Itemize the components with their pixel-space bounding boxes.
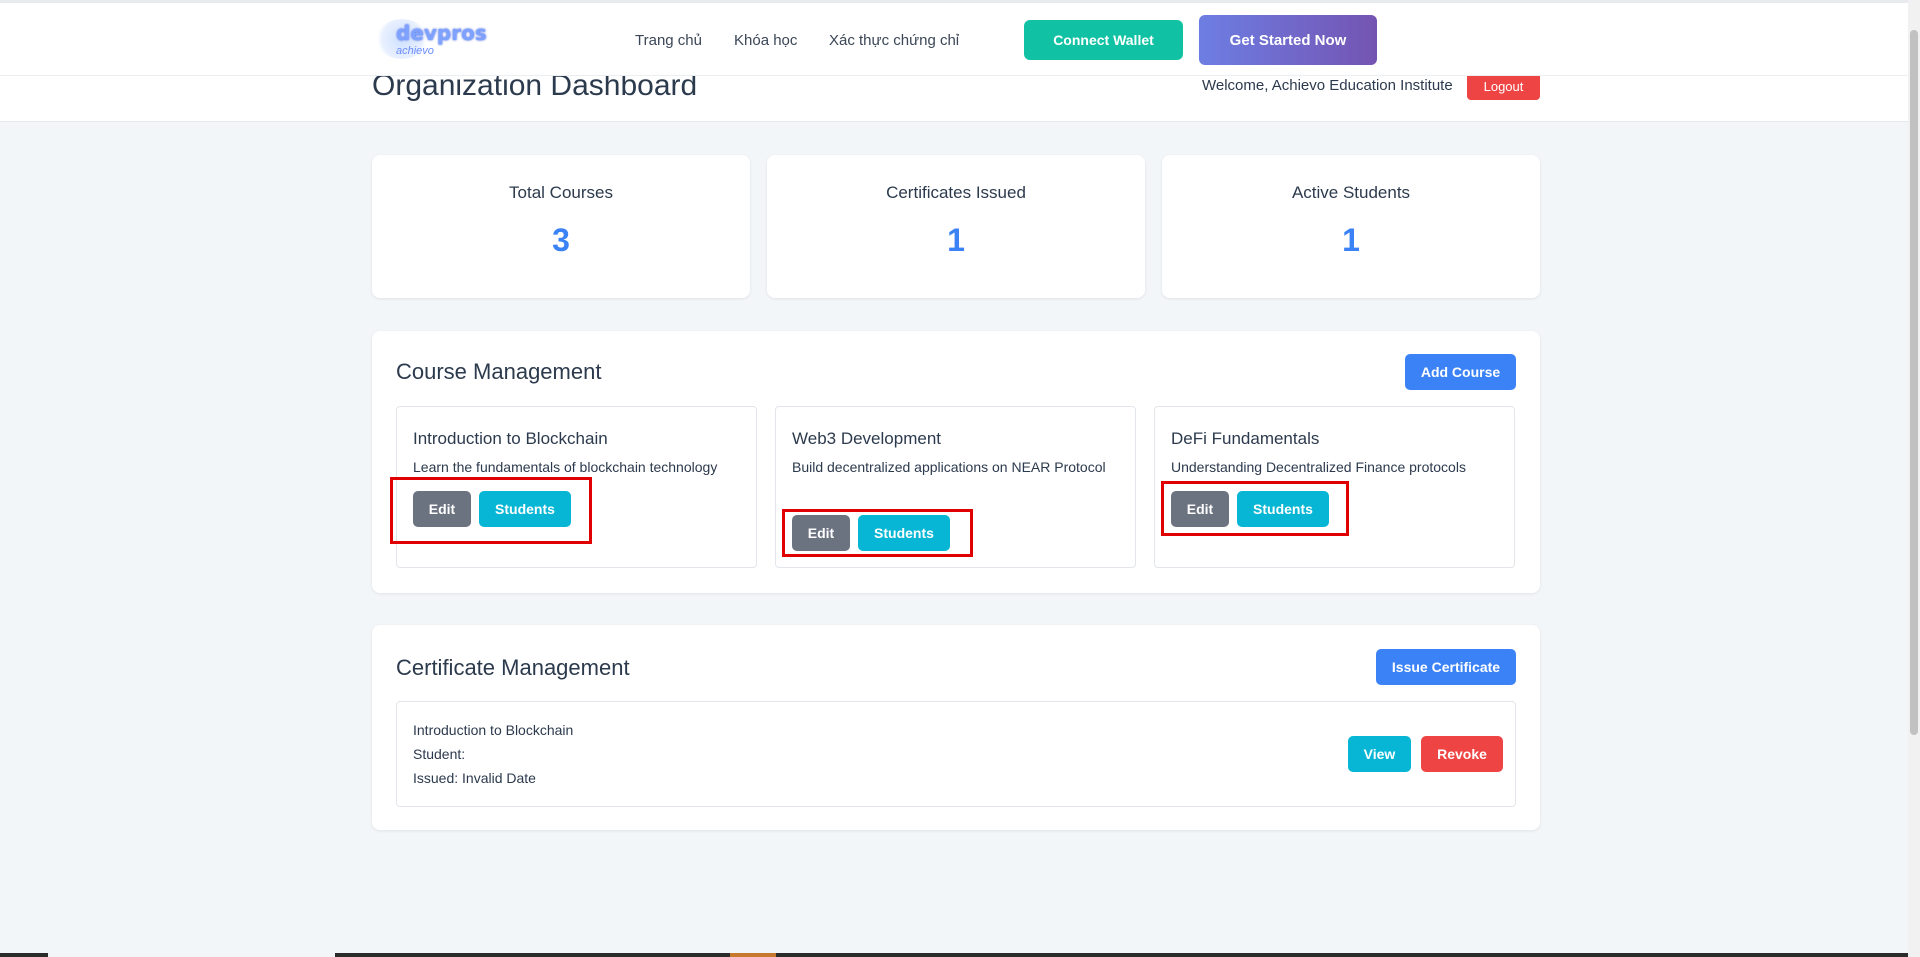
course-title: Web3 Development (792, 429, 941, 448)
course-description: Learn the fundamentals of blockchain tec… (413, 459, 718, 475)
course-description: Build decentralized applications on NEAR… (792, 459, 1106, 475)
logout-button[interactable]: Logout (1467, 72, 1540, 100)
connect-wallet-button[interactable]: Connect Wallet (1024, 20, 1183, 60)
add-course-button[interactable]: Add Course (1405, 354, 1516, 390)
certificate-course: Introduction to Blockchain (413, 722, 574, 738)
certificate-issued-date: Issued: Invalid Date (413, 770, 536, 786)
stat-label: Active Students (1291, 183, 1411, 202)
stat-label: Total Courses (509, 183, 613, 202)
taskbar-strip (776, 953, 1908, 957)
stat-card-active-students: Active Students 1 (1162, 155, 1540, 298)
stat-label: Certificates Issued (886, 183, 1026, 202)
course-description: Understanding Decentralized Finance prot… (1171, 459, 1466, 475)
issue-certificate-button[interactable]: Issue Certificate (1376, 649, 1516, 685)
logo[interactable]: devpros achievo (376, 17, 487, 61)
nav-link-home[interactable]: Trang chủ (635, 32, 702, 49)
revoke-certificate-button[interactable]: Revoke (1421, 736, 1503, 772)
stat-value: 1 (947, 222, 965, 258)
stat-card-total-courses: Total Courses 3 (372, 155, 750, 298)
highlight-box (1161, 481, 1349, 536)
stat-card-certificates-issued: Certificates Issued 1 (767, 155, 1145, 298)
course-title: DeFi Fundamentals (1171, 429, 1320, 448)
view-certificate-button[interactable]: View (1348, 736, 1411, 772)
logo-subtext: achievo (396, 45, 434, 57)
certificate-student: Student: (413, 746, 466, 762)
certificate-management-title: Certificate Management (396, 655, 630, 680)
course-title: Introduction to Blockchain (413, 429, 608, 448)
scrollbar-thumb[interactable] (1910, 30, 1918, 735)
taskbar-strip (335, 953, 730, 957)
highlight-box (390, 477, 592, 544)
welcome-text: Welcome, Achievo Education Institute (1202, 77, 1453, 94)
certificate-management-panel: Certificate Management Issue Certificate… (372, 625, 1540, 830)
course-management-title: Course Management (396, 359, 602, 384)
nav-link-courses[interactable]: Khóa học (734, 32, 797, 49)
highlight-box (782, 509, 973, 557)
stat-value: 3 (552, 222, 570, 258)
nav-link-verify-certificate[interactable]: Xác thực chứng chỉ (829, 32, 959, 49)
logo-text: devpros (396, 21, 487, 45)
taskbar-strip (0, 953, 48, 957)
stat-value: 1 (1342, 222, 1360, 258)
navbar: devpros achievo Trang chủ Khóa học Xác t… (0, 3, 1908, 76)
taskbar-strip (730, 953, 776, 957)
certificate-item: Introduction to Blockchain Student: Issu… (396, 701, 1516, 807)
get-started-button[interactable]: Get Started Now (1199, 15, 1377, 65)
